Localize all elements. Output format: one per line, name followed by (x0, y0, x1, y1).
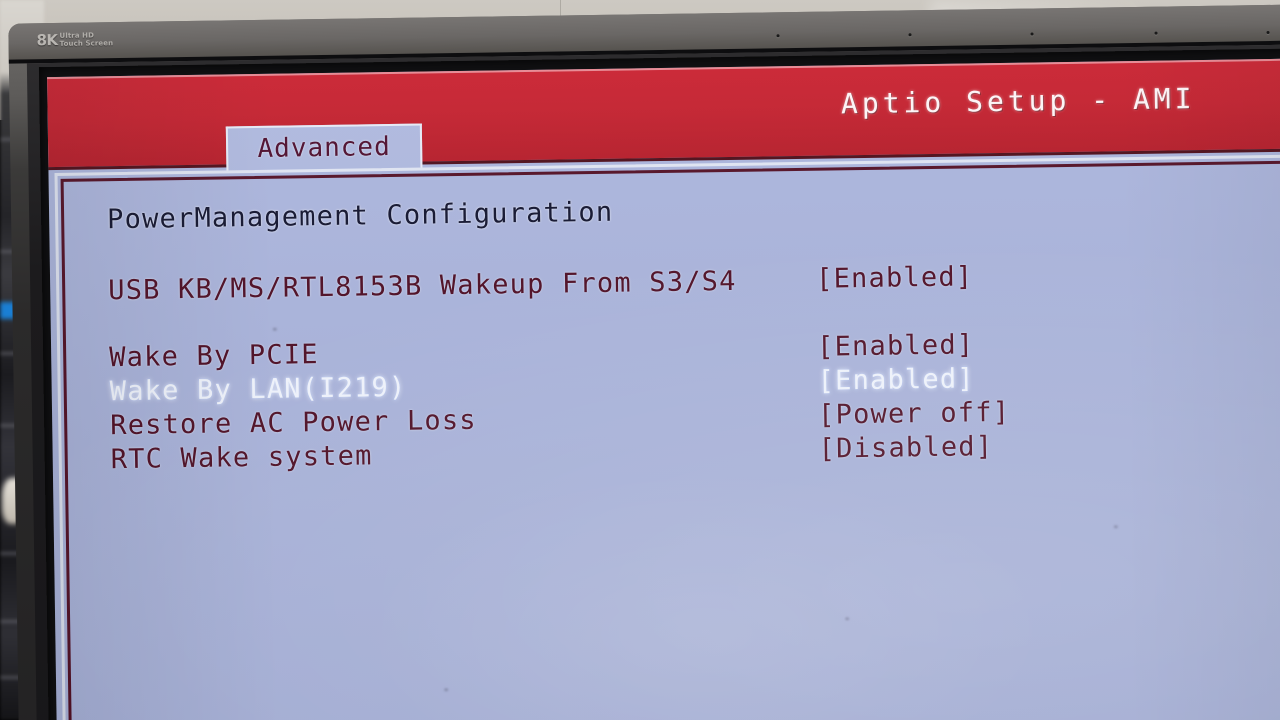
monitor: 8K Ultra HD Touch Screen Aptio Setup - A… (0, 0, 1280, 720)
settings-row-value[interactable]: [Enabled] (817, 329, 975, 362)
settings-row-value[interactable]: [Enabled] (817, 363, 975, 396)
page-title: PowerManagement Configuration (106, 196, 614, 236)
bios-content: PowerManagement Configuration USB KB/MS/… (65, 165, 1280, 720)
settings-row-value[interactable]: [Power off] (818, 397, 1010, 431)
badge-8k-mark: 8K (36, 30, 58, 50)
settings-row-value[interactable]: [Disabled] (818, 431, 993, 465)
app-title: Aptio Setup - AMI (840, 82, 1196, 121)
tab-advanced[interactable]: Advanced (225, 123, 423, 171)
photo-scene: 8K Ultra HD Touch Screen Aptio Setup - A… (0, 0, 1280, 720)
settings-row-label: RTC Wake system (110, 440, 373, 476)
settings-row-label: Wake By PCIE (109, 339, 319, 374)
badge-touchscreen-label: Touch Screen (59, 38, 114, 48)
settings-list: USB KB/MS/RTL8153B Wakeup From S3/S4 [Ena… (108, 257, 1271, 478)
monitor-brand-badge: 8K Ultra HD Touch Screen (36, 30, 114, 50)
settings-row-label: Restore AC Power Loss (110, 404, 478, 442)
bios-screen: Aptio Setup - AMI Advanced PowerManageme… (47, 58, 1280, 720)
tab-advanced-label: Advanced (257, 132, 391, 164)
settings-row-value[interactable]: [Enabled] (816, 261, 974, 294)
bios-title-bar: Aptio Setup - AMI Advanced (47, 58, 1280, 171)
settings-row-label: USB KB/MS/RTL8153B Wakeup From S3/S4 (108, 265, 737, 307)
settings-row-label: Wake By LAN(I219) (109, 371, 407, 408)
